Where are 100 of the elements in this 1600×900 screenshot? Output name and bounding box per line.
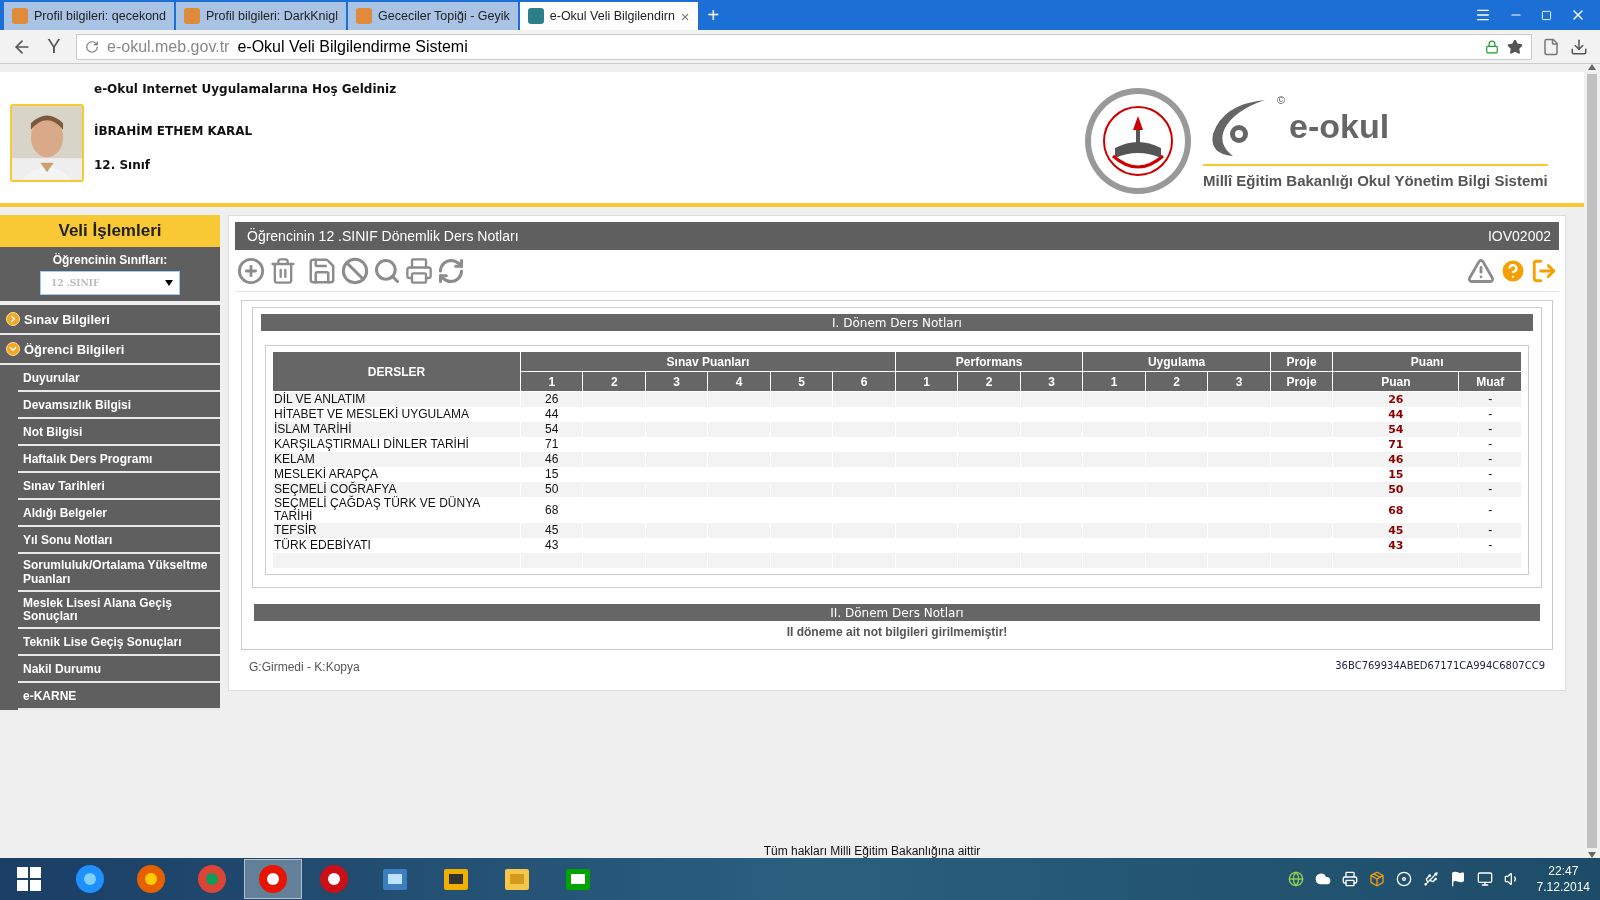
sidebar-item[interactable]: Nakil Durumu [0,656,220,684]
column-header: 6 [833,372,895,392]
address-bar[interactable]: e-okul.meb.gov.tr e-Okul Veli Bilgilendirme Sistemi [76,33,1532,60]
column-header: 1 [1083,372,1145,392]
exempt-cell: - [1459,523,1521,538]
globe-icon[interactable] [1287,871,1304,887]
reload-icon[interactable] [85,39,99,54]
column-group-header: Sınav Puanları [521,352,895,372]
term-title: I. Dönem Ders Notları [261,314,1533,331]
sidebar-title: Veli İşlemleri [0,215,220,247]
exempt-cell: - [1459,452,1521,467]
star-icon[interactable] [1507,38,1523,55]
sidebar-item[interactable]: Devamsızlık Bilgisi [0,392,220,419]
subject-cell: TEFSİR [273,523,520,538]
flag-icon[interactable] [1449,871,1466,887]
ban-icon[interactable] [341,256,369,285]
page-icon[interactable] [1542,37,1560,56]
exempt-cell: - [1459,422,1521,437]
verification-code: 36BC769934ABED67171CA994C6807CC9 [1335,660,1545,673]
subject-cell: İSLAM TARİHİ [273,422,520,437]
browser-logo[interactable]: Y [42,35,66,58]
browser-tab[interactable]: Profil bilgileri: qecekond [4,2,174,30]
browser-tab[interactable]: Gececiler Topiği - Geyik [348,2,518,30]
sidebar-item[interactable]: Sınav Tarihleri [0,473,220,500]
sidebar-item[interactable]: Sorumluluk/Ortalama Yükseltme Puanları [0,554,220,592]
sidebar-item[interactable]: Not Bilgisi [0,419,220,446]
column-header: 5 [770,372,833,392]
copyright-text: Tüm hakları Milli Eğitim Bakanlığına aittir [763,844,981,858]
no-grades-message: II döneme ait not bilgileri girilmemiştir! [786,625,1008,639]
column-header: DERSLER [273,352,520,392]
column-header: 2 [1145,372,1208,392]
cloud-icon[interactable] [1314,871,1331,887]
sidebar-section[interactable]: Sınav Bilgileri [0,305,220,335]
taskbar-app[interactable] [244,859,302,899]
score-cell: 45 [1333,523,1459,538]
sidebar-item[interactable]: Yıl Sonu Notları [0,527,220,554]
subject-cell: SEÇMELİ COĞRAFYA [273,482,520,497]
sidebar-item[interactable]: Haftalık Ders Programı [0,446,220,473]
term-title: II. Dönem Ders Notları [254,604,1540,621]
column-header: 4 [708,372,770,392]
column-header: 2 [583,372,645,392]
refresh-icon[interactable] [437,256,465,285]
sidebar-section[interactable]: Öğrenci Bilgileri [0,335,220,365]
column-header: Puan [1333,372,1459,392]
add-icon[interactable] [237,256,265,285]
grade-cell: 54 [521,422,583,437]
warning-icon[interactable] [1467,256,1495,285]
exempt-cell: - [1459,482,1521,497]
browser-tab[interactable]: Profil bilgileri: DarkKnigl [176,2,346,30]
exempt-cell: - [1459,392,1521,407]
panel-title: Öğrencinin 12 .SINIF Dönemlik Ders Notları [247,228,519,244]
welcome-text: e-Okul Internet Uygulamalarına Hoş Geldiniz [94,82,397,96]
download-icon[interactable] [1570,37,1588,56]
score-cell: 26 [1333,392,1459,407]
disc-icon[interactable] [1395,871,1412,887]
printer-icon[interactable] [1341,871,1358,887]
sidebar-item[interactable]: Teknik Lise Geçiş Sonuçları [0,629,220,657]
menu-icon[interactable] [1475,7,1491,23]
usb-icon[interactable] [1422,871,1439,887]
grade-text: 12. Sınıf [94,158,152,172]
legend-text: G:Girmedi - K:Kopya [249,660,360,674]
sidebar-item[interactable]: Duyurular [0,365,220,392]
network-icon[interactable] [1476,871,1493,887]
column-header: 3 [1208,372,1270,392]
close-tab-button[interactable]: × [680,7,690,25]
column-header: 1 [521,372,583,392]
column-header: 1 [895,372,958,392]
trash-icon[interactable] [269,256,297,285]
grade-cell: 26 [521,392,583,407]
windows-logo-icon [17,867,41,891]
student-name: İBRAHİM ETHEM KARAL [94,124,254,138]
dropdown-arrow-icon [165,280,173,286]
clock[interactable]: 22:47 7.12.2014 [1536,863,1590,895]
sidebar-item[interactable]: Meslek Lisesi Alana Geçiş Sonuçları [0,591,220,630]
class-label: Öğrencinin Sınıfları: [52,253,168,267]
column-group-header: Puanı [1333,352,1521,372]
score-cell: 46 [1333,452,1459,467]
screen-code: IOV02002 [1487,228,1551,244]
subject-cell: DİL VE ANLATIM [273,392,520,407]
package-icon[interactable] [1368,871,1385,887]
new-tab-button[interactable]: + [699,4,728,30]
sidebar-item[interactable]: e-KARNE [0,683,220,711]
grade-cell: 45 [521,523,583,538]
restore-icon[interactable] [1541,9,1552,21]
grade-cell: 46 [521,452,583,467]
lock-icon [1485,39,1499,54]
search-icon[interactable] [373,256,401,285]
logo-text: e-okul [1289,107,1390,146]
sidebar-item[interactable]: Aldığı Belgeler [0,500,220,527]
column-header: Proje [1270,372,1333,392]
column-group-header: Uygulama [1083,352,1270,372]
ministry-seal-icon [1083,86,1193,196]
ministry-name: Millî Eğitim Bakanlığı Okul Yönetim Bilgi Sistemi [1203,171,1548,189]
column-header: 3 [1020,372,1083,392]
browser-tab[interactable]: e-Okul Veli Bilgilendirn × [519,2,698,30]
column-header: Muaf [1459,372,1521,392]
column-header: 3 [645,372,708,392]
grade-cell: 50 [521,482,583,497]
column-header: 2 [958,372,1020,392]
copyright-mark: © [1277,93,1286,106]
